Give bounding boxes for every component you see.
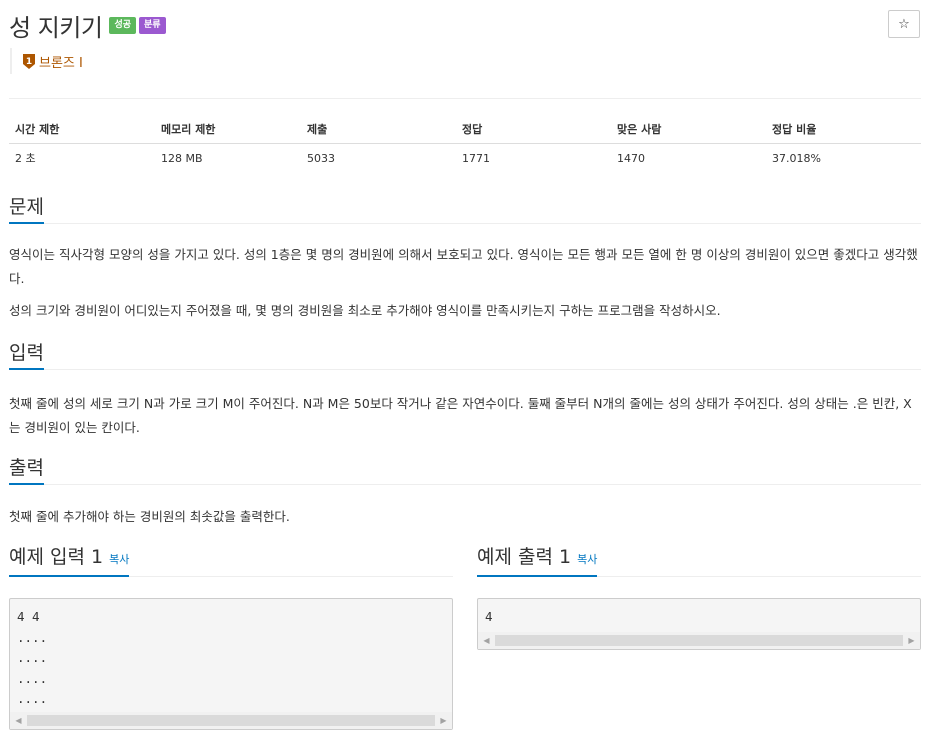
sample-input-title: 예제 입력 1	[9, 546, 104, 568]
scroll-right-icon[interactable]: ▶	[435, 715, 452, 726]
sample-output-title-wrap: 예제 출력 1 복사	[477, 546, 598, 577]
solvers-value[interactable]: 1470	[611, 144, 766, 173]
input-heading: 입력	[9, 342, 44, 370]
scroll-thumb[interactable]	[27, 715, 435, 726]
tier-row: 1 브론즈 I	[10, 48, 83, 74]
scroll-right-icon[interactable]: ▶	[903, 635, 920, 646]
problem-info-table: 시간 제한 메모리 제한 제출 정답 맞은 사람 정답 비율 2 초 128 M…	[9, 115, 921, 172]
header-submissions: 제출	[301, 115, 456, 144]
header-ratio: 정답 비율	[766, 115, 921, 144]
accepted-value[interactable]: 1771	[456, 144, 611, 173]
scroll-left-icon[interactable]: ◀	[10, 715, 27, 726]
ratio-value: 37.018%	[772, 151, 821, 165]
scroll-left-icon[interactable]: ◀	[478, 635, 495, 646]
tier-number: 1	[26, 57, 32, 67]
memory-limit-value: 128 MB	[161, 151, 203, 165]
horizontal-scrollbar[interactable]: ◀ ▶	[478, 632, 920, 649]
horizontal-scrollbar[interactable]: ◀ ▶	[10, 712, 452, 729]
tier-label[interactable]: 브론즈 I	[39, 52, 83, 71]
sample-output-code[interactable]: 4	[478, 599, 920, 628]
output-description: 첫째 줄에 추가해야 하는 경비원의 최솟값을 출력한다.	[9, 509, 290, 524]
header-time-limit: 시간 제한	[9, 115, 155, 144]
copy-input-link[interactable]: 복사	[109, 549, 129, 571]
sample-input-box[interactable]: 4 4 .... .... .... .... ◀ ▶	[9, 598, 453, 730]
input-description: 첫째 줄에 성의 세로 크기 N과 가로 크기 M이 주어진다. N과 M은 5…	[9, 396, 912, 435]
sample-output-header: 예제 출력 1 복사	[477, 546, 921, 577]
output-section-header: 출력	[9, 455, 921, 485]
category-badge[interactable]: 분류	[139, 17, 166, 34]
bronze-tier-icon: 1	[22, 53, 36, 70]
time-limit-value: 2 초	[15, 152, 36, 165]
header-accepted: 정답	[456, 115, 611, 144]
problem-description-p1: 영식이는 직사각형 모양의 성을 가지고 있다. 성의 1층은 몇 명의 경비원…	[9, 247, 918, 286]
problem-heading: 문제	[9, 196, 44, 224]
sample-output-box[interactable]: 4 ◀ ▶	[477, 598, 921, 650]
page-title: 성 지키기	[9, 14, 103, 42]
copy-output-link[interactable]: 복사	[577, 549, 597, 571]
sample-input-code[interactable]: 4 4 .... .... .... ....	[10, 599, 452, 710]
output-heading: 출력	[9, 457, 44, 485]
star-icon: ☆	[898, 16, 910, 32]
problem-description-p2: 성의 크기와 경비원이 어디있는지 주어졌을 때, 몇 명의 경비원을 최소로 …	[9, 303, 721, 318]
sample-output-title: 예제 출력 1	[477, 546, 572, 568]
star-button[interactable]: ☆	[888, 10, 920, 38]
header-memory-limit: 메모리 제한	[155, 115, 301, 144]
problem-section-header: 문제	[9, 194, 921, 224]
sample-input-title-wrap: 예제 입력 1 복사	[9, 546, 130, 577]
divider	[9, 98, 921, 99]
submissions-value[interactable]: 5033	[301, 144, 456, 173]
table-header-row: 시간 제한 메모리 제한 제출 정답 맞은 사람 정답 비율	[9, 115, 921, 144]
header-solvers: 맞은 사람	[611, 115, 766, 144]
sample-input-header: 예제 입력 1 복사	[9, 546, 453, 577]
input-section-header: 입력	[9, 340, 921, 370]
success-badge: 성공	[109, 17, 137, 34]
table-row: 2 초 128 MB 5033 1771 1470 37.018%	[9, 144, 921, 173]
title-row: 성 지키기 성공 분류	[9, 8, 166, 43]
scroll-thumb[interactable]	[495, 635, 903, 646]
